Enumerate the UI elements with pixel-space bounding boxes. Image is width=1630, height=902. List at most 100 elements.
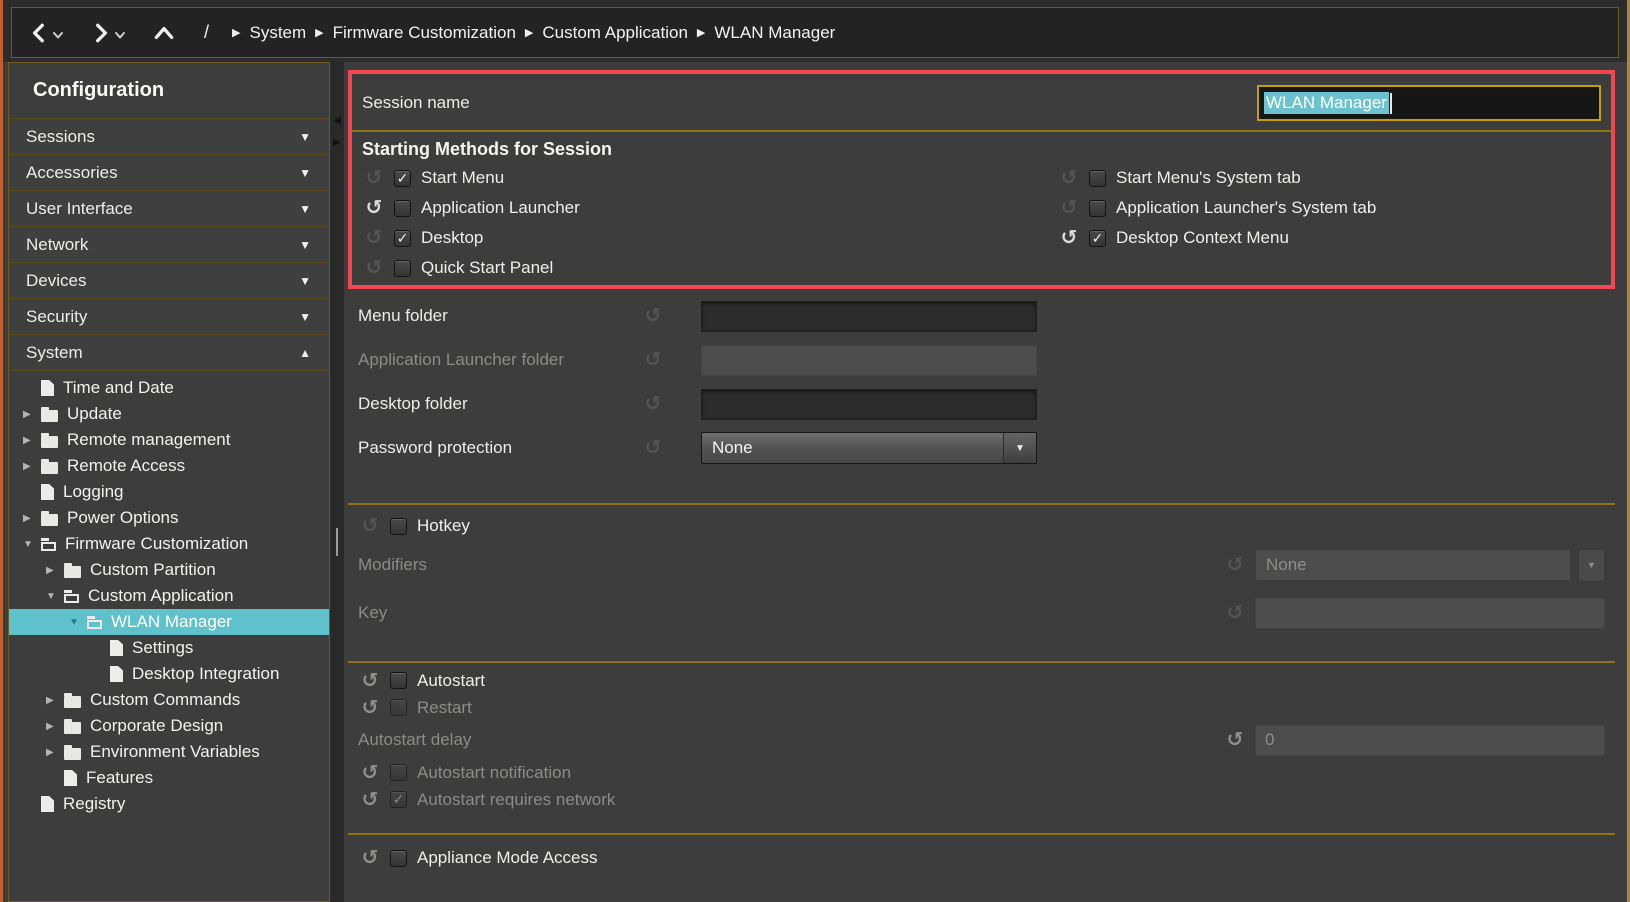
tree-item-wlan-manager[interactable]: ▼ WLAN Manager — [9, 609, 329, 635]
application-launcher-checkbox[interactable] — [394, 200, 411, 217]
breadcrumb-root[interactable]: / — [204, 22, 209, 43]
tree-expander-open-icon[interactable]: ▼ — [69, 617, 87, 628]
reset-icon[interactable]: ↺ — [641, 350, 665, 370]
session-name-input[interactable]: WLAN Manager — [1257, 85, 1601, 121]
field-label: Modifiers — [358, 555, 1223, 575]
forward-button[interactable] — [90, 22, 112, 44]
desktop-checkbox[interactable]: ✓ — [394, 230, 411, 247]
breadcrumb-item-firmware-customization[interactable]: Firmware Customization — [333, 23, 516, 43]
tree-expander-closed-icon[interactable]: ▶ — [23, 435, 41, 446]
tree-item-power-options[interactable]: ▶Power Options — [9, 505, 329, 531]
sidebar-section-system[interactable]: System▲ — [9, 335, 329, 371]
tree-item-remote-management[interactable]: ▶Remote management — [9, 427, 329, 453]
tree-item-settings[interactable]: Settings — [9, 635, 329, 661]
reset-icon[interactable]: ↺ — [1057, 198, 1081, 218]
reset-icon[interactable]: ↺ — [641, 306, 665, 326]
application-launcher-s-system-tab-checkbox[interactable] — [1089, 200, 1106, 217]
tree-item-custom-application[interactable]: ▼Custom Application — [9, 583, 329, 609]
breadcrumb-item-custom-application[interactable]: Custom Application — [542, 23, 688, 43]
tree-item-registry[interactable]: Registry — [9, 791, 329, 817]
quick-start-panel-checkbox[interactable] — [394, 260, 411, 277]
row-desktop-context-menu: ↺✓Desktop Context Menu — [1047, 223, 1611, 253]
tree-item-custom-commands[interactable]: ▶Custom Commands — [9, 687, 329, 713]
sidebar-section-devices[interactable]: Devices▼ — [9, 263, 329, 299]
tree-item-label: WLAN Manager — [111, 612, 232, 632]
desktop-context-menu-checkbox[interactable]: ✓ — [1089, 230, 1106, 247]
sidebar-section-security[interactable]: Security▼ — [9, 299, 329, 335]
tree-expander-closed-icon[interactable]: ▶ — [46, 747, 64, 758]
tree-item-firmware-customization[interactable]: ▼Firmware Customization — [9, 531, 329, 557]
row-application-launcher-s-system-tab: ↺Application Launcher's System tab — [1047, 193, 1611, 223]
tree-item-update[interactable]: ▶Update — [9, 401, 329, 427]
tree-item-custom-partition[interactable]: ▶Custom Partition — [9, 557, 329, 583]
reset-icon[interactable]: ↺ — [358, 671, 382, 691]
tree-expander-closed-icon[interactable]: ▶ — [46, 721, 64, 732]
reset-icon[interactable]: ↺ — [362, 198, 386, 218]
tree-item-label: Registry — [63, 794, 125, 814]
document-icon — [110, 666, 123, 682]
desktop-folder-input[interactable] — [701, 389, 1037, 420]
field-control — [701, 301, 1037, 332]
collapse-right-icon[interactable]: ▶ — [330, 138, 344, 148]
breadcrumb-item-wlan-manager[interactable]: WLAN Manager — [714, 23, 835, 43]
reset-icon[interactable]: ↺ — [358, 848, 382, 868]
reset-icon[interactable]: ↺ — [358, 763, 382, 783]
reset-icon[interactable]: ↺ — [1223, 603, 1247, 623]
panel-splitter[interactable]: ◀ ▶ — [330, 62, 344, 902]
tree-item-corporate-design[interactable]: ▶Corporate Design — [9, 713, 329, 739]
starting-methods-title: Starting Methods for Session — [352, 132, 1611, 163]
tree-expander-closed-icon[interactable]: ▶ — [23, 513, 41, 524]
tree-item-logging[interactable]: Logging — [9, 479, 329, 505]
tree-item-label: Desktop Integration — [132, 664, 279, 684]
sidebar-section-accessories[interactable]: Accessories▼ — [9, 155, 329, 191]
reset-icon[interactable]: ↺ — [362, 168, 386, 188]
up-button[interactable] — [152, 22, 176, 44]
reset-icon[interactable]: ↺ — [1057, 168, 1081, 188]
reset-icon[interactable]: ↺ — [1223, 730, 1247, 750]
autostart-checkbox[interactable] — [390, 672, 407, 689]
tree-expander-closed-icon[interactable]: ▶ — [46, 565, 64, 576]
collapse-left-icon[interactable]: ◀ — [330, 116, 344, 126]
tree-item-desktop-integration[interactable]: Desktop Integration — [9, 661, 329, 687]
tree-expander-closed-icon[interactable]: ▶ — [23, 409, 41, 420]
reset-icon[interactable]: ↺ — [1057, 228, 1081, 248]
reset-icon[interactable]: ↺ — [1223, 555, 1247, 575]
tree-item-remote-access[interactable]: ▶Remote Access — [9, 453, 329, 479]
tree-item-environment-variables[interactable]: ▶Environment Variables — [9, 739, 329, 765]
toolbar: / ▶System▶Firmware Customization▶Custom … — [3, 0, 1627, 62]
sidebar-section-network[interactable]: Network▼ — [9, 227, 329, 263]
reset-icon[interactable]: ↺ — [641, 438, 665, 458]
sidebar-section-sessions[interactable]: Sessions▼ — [9, 119, 329, 155]
back-button[interactable] — [28, 22, 50, 44]
tree-expander-closed-icon[interactable]: ▶ — [46, 695, 64, 706]
back-history-dropdown-icon[interactable] — [52, 31, 64, 40]
reset-icon[interactable]: ↺ — [358, 790, 382, 810]
field-label: Key — [358, 603, 1223, 623]
breadcrumb-item-system[interactable]: System — [249, 23, 306, 43]
breadcrumb-separator-icon: ▶ — [525, 26, 533, 39]
checkbox-label: Autostart notification — [417, 763, 571, 783]
appliance-mode-access-checkbox[interactable] — [390, 850, 407, 867]
tree-expander-open-icon[interactable]: ▼ — [46, 591, 64, 602]
tree-item-features[interactable]: Features — [9, 765, 329, 791]
reset-icon[interactable]: ↺ — [358, 698, 382, 718]
tree-item-time-and-date[interactable]: Time and Date — [9, 375, 329, 401]
row-start-menu-s-system-tab: ↺Start Menu's System tab — [1047, 163, 1611, 193]
dropdown-arrow-button[interactable]: ▼ — [1578, 549, 1605, 582]
menu-folder-input[interactable] — [701, 301, 1037, 332]
sidebar-section-user-interface[interactable]: User Interface▼ — [9, 191, 329, 227]
checkbox-label: Start Menu — [421, 168, 504, 188]
hotkey-checkbox[interactable] — [390, 518, 407, 535]
reset-icon[interactable]: ↺ — [362, 258, 386, 278]
splitter-drag-handle[interactable] — [336, 528, 338, 556]
start-menu-checkbox[interactable]: ✓ — [394, 170, 411, 187]
reset-icon[interactable]: ↺ — [362, 228, 386, 248]
tree-expander-closed-icon[interactable]: ▶ — [23, 461, 41, 472]
start-menu-s-system-tab-checkbox[interactable] — [1089, 170, 1106, 187]
chevron-down-icon: ▼ — [299, 130, 311, 144]
reset-icon[interactable]: ↺ — [358, 516, 382, 536]
tree-expander-open-icon[interactable]: ▼ — [23, 539, 41, 550]
reset-icon[interactable]: ↺ — [641, 394, 665, 414]
password-protection-select[interactable]: None▼ — [701, 432, 1037, 464]
forward-history-dropdown-icon[interactable] — [114, 31, 126, 40]
